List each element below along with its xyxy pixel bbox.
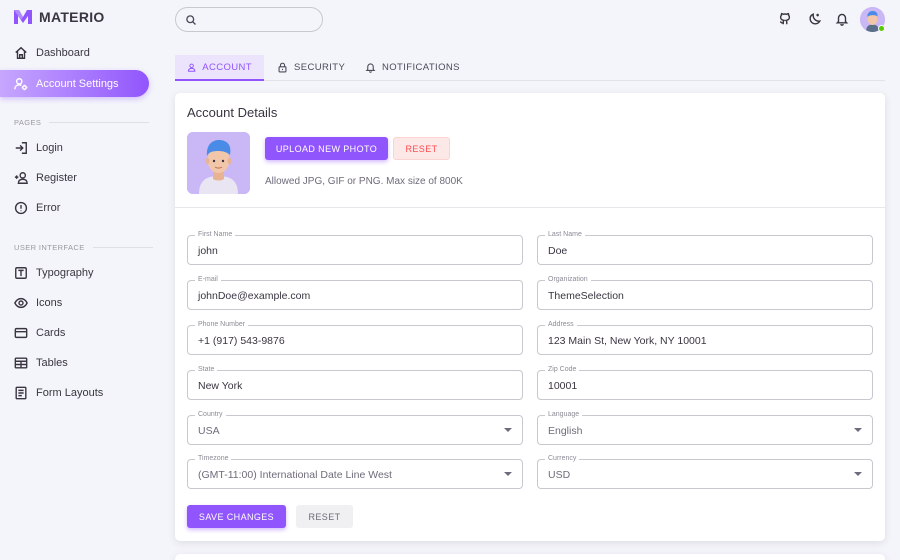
tab-label: SECURITY	[294, 62, 346, 73]
state-field[interactable]: State New York	[187, 365, 523, 400]
reset-form-button[interactable]: RESET	[296, 505, 353, 528]
tab-label: NOTIFICATIONS	[382, 62, 460, 73]
credit-card-icon	[14, 327, 28, 338]
github-icon[interactable]	[778, 12, 792, 26]
sidebar-item-register[interactable]: Register	[0, 164, 149, 191]
login-icon	[15, 141, 27, 154]
sidebar-item-account-settings[interactable]: Account Settings	[0, 70, 149, 97]
timezone-select[interactable]: Timezone (GMT-11:00) International Date …	[187, 454, 523, 489]
first-name-field[interactable]: First Name john	[187, 230, 523, 265]
chevron-down-icon	[854, 472, 862, 476]
language-select[interactable]: Language English	[537, 410, 873, 445]
tab-security[interactable]: SECURITY	[265, 55, 357, 80]
brand-name: MATERIO	[39, 9, 105, 25]
sidebar-item-label: Account Settings	[36, 77, 119, 90]
sidebar-item-cards[interactable]: Cards	[0, 319, 149, 346]
section-label-user-interface: USER INTERFACE	[14, 243, 153, 252]
email-field[interactable]: E-mail johnDoe@example.com	[187, 275, 523, 310]
sidebar-item-login[interactable]: Login	[0, 134, 149, 161]
sidebar-item-label: Cards	[36, 326, 66, 339]
home-icon	[15, 46, 27, 59]
sidebar-item-icons[interactable]: Icons	[0, 289, 149, 316]
sidebar-item-label: Form Layouts	[36, 386, 104, 399]
sidebar-item-dashboard[interactable]: Dashboard	[0, 39, 149, 66]
theme-moon-icon[interactable]	[808, 12, 822, 26]
divider	[175, 207, 885, 208]
account-cog-icon	[14, 77, 28, 90]
sidebar-item-label: Login	[36, 141, 63, 154]
organization-field[interactable]: Organization ThemeSelection	[537, 275, 873, 310]
save-changes-button[interactable]: SAVE CHANGES	[187, 505, 286, 528]
register-icon	[14, 171, 28, 184]
alert-circle-icon	[14, 201, 28, 214]
profile-photo	[187, 132, 250, 194]
chevron-down-icon	[504, 428, 512, 432]
last-name-field[interactable]: Last Name Doe	[537, 230, 873, 265]
reset-photo-button[interactable]: RESET	[393, 137, 450, 160]
typography-icon	[15, 266, 27, 279]
card-title: Account Details	[187, 105, 278, 120]
brand[interactable]: MATERIO	[13, 9, 105, 25]
materio-logo-icon	[14, 10, 32, 24]
sidebar-item-label: Register	[36, 171, 77, 184]
tab-label: ACCOUNT	[202, 61, 252, 73]
table-icon	[14, 356, 28, 369]
search-box[interactable]	[175, 7, 323, 32]
account-details-card: Account Details UPLOAD NEW PHOTO RESET A…	[175, 93, 885, 541]
search-icon	[186, 14, 196, 25]
lock-icon	[278, 62, 287, 73]
next-card	[175, 554, 885, 560]
search-input[interactable]	[202, 13, 312, 26]
sidebar-item-error[interactable]: Error	[0, 194, 149, 221]
sidebar-item-typography[interactable]: Typography	[0, 259, 149, 286]
sidebar-item-tables[interactable]: Tables	[0, 349, 149, 376]
sidebar-item-label: Error	[36, 201, 61, 214]
sidebar-item-label: Tables	[36, 356, 68, 369]
tab-notifications[interactable]: NOTIFICATIONS	[353, 55, 472, 80]
bell-icon[interactable]	[835, 12, 849, 26]
chevron-down-icon	[504, 472, 512, 476]
sidebar-item-label: Icons	[36, 296, 63, 309]
settings-tabs: ACCOUNT SECURITY NOTIFICATIONS	[175, 55, 885, 81]
sidebar-item-form-layouts[interactable]: Form Layouts	[0, 379, 149, 406]
online-status-dot	[878, 25, 885, 32]
sidebar-item-label: Typography	[36, 266, 94, 279]
sidebar: MATERIO Dashboard Account Settings PAGES…	[0, 0, 160, 560]
chevron-down-icon	[854, 428, 862, 432]
avatar-illustration-icon	[187, 132, 250, 194]
sidebar-item-label: Dashboard	[36, 46, 90, 59]
upload-photo-button[interactable]: UPLOAD NEW PHOTO	[265, 137, 388, 160]
currency-select[interactable]: Currency USD	[537, 454, 873, 489]
eye-icon	[14, 297, 28, 308]
account-icon	[187, 63, 196, 72]
country-select[interactable]: Country USA	[187, 410, 523, 445]
phone-number-field[interactable]: Phone Number +1 (917) 543-9876	[187, 320, 523, 355]
section-label-pages: PAGES	[14, 118, 150, 127]
address-field[interactable]: Address 123 Main St, New York, NY 10001	[537, 320, 873, 355]
bell-icon	[365, 63, 376, 73]
form-icon	[15, 386, 27, 399]
upload-hint: Allowed JPG, GIF or PNG. Max size of 800…	[265, 176, 463, 187]
tab-account[interactable]: ACCOUNT	[175, 55, 264, 81]
zip-code-field[interactable]: Zip Code 10001	[537, 365, 873, 400]
